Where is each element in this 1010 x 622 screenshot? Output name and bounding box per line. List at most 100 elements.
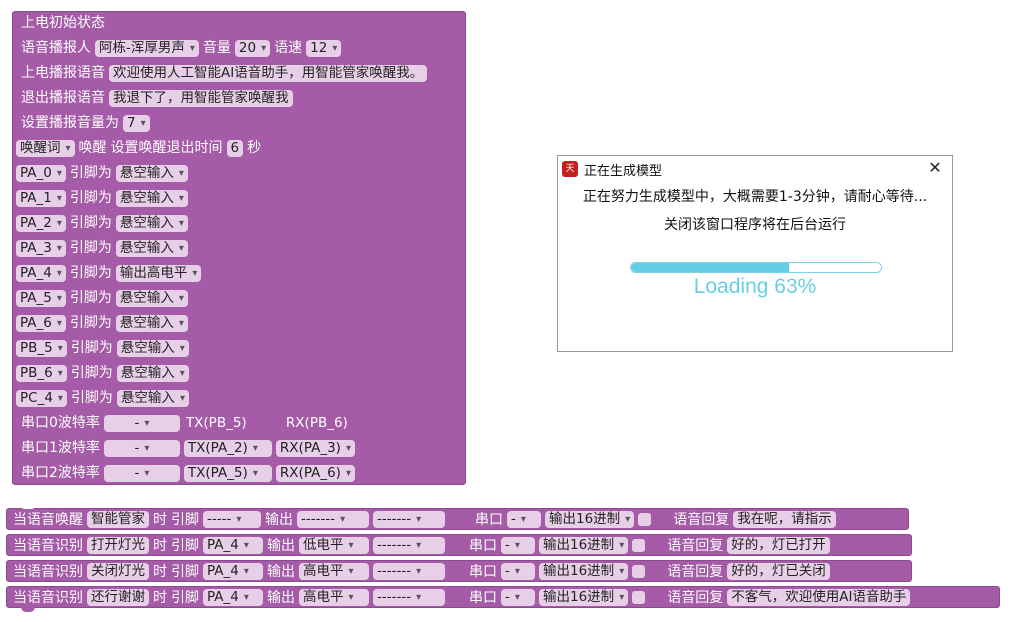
wake-mode-dropdown[interactable]: 唤醒词	[16, 139, 75, 157]
serial-baud-label: 串口1波特率	[21, 440, 100, 456]
rule-reply-input[interactable]: 好的，灯已关闭	[727, 562, 830, 580]
rule-pin-dropdown[interactable]: PA_4	[203, 562, 263, 580]
pin-label: 引脚为	[69, 240, 112, 256]
wake-timeout-unit: 秒	[247, 140, 262, 156]
serial-row: 串口2波特率 - TX(PA_5) RX(PA_6)	[21, 463, 355, 483]
rule-format-dropdown[interactable]: 输出16进制	[539, 536, 629, 554]
rule-output-label: 输出	[267, 590, 295, 606]
rule-reply-input[interactable]: 我在呢，请指示	[733, 510, 836, 528]
baud-dropdown[interactable]: -	[103, 439, 180, 457]
dialog-title: 正在生成模型	[584, 163, 663, 179]
rule-output2-dropdown[interactable]: -------	[373, 510, 445, 528]
recognize-rule-block[interactable]: 当语音识别 还行谢谢 时 引脚 PA_4 输出 高电平 ------- 串口 -…	[6, 586, 1000, 612]
rule-checkbox[interactable]	[632, 564, 646, 578]
pin-mode-dropdown[interactable]: 悬空输入	[116, 364, 189, 382]
rule-output2-dropdown[interactable]: -------	[373, 536, 445, 554]
wake-rule-block[interactable]: 当语音唤醒 智能管家 时 引脚 ----- 输出 ------- -------…	[6, 506, 909, 530]
rule-serial-dropdown[interactable]: -	[501, 536, 535, 554]
rule-keyword-input[interactable]: 智能管家	[87, 510, 149, 528]
rule-pin-dropdown[interactable]: PA_4	[203, 588, 263, 606]
recognize-rule-block[interactable]: 当语音识别 打开灯光 时 引脚 PA_4 输出 低电平 ------- 串口 -…	[6, 534, 912, 556]
dialog-titlebar[interactable]: 天问 正在生成模型 ✕	[558, 156, 952, 190]
pin-dropdown[interactable]: PC_4	[16, 389, 67, 407]
pin-mode-dropdown[interactable]: 悬空输入	[115, 189, 188, 207]
tx-pin-dropdown[interactable]: TX(PA_2)	[183, 439, 272, 457]
rule-output-dropdown[interactable]: 低电平	[299, 536, 369, 554]
rule-format-dropdown[interactable]: 输出16进制	[539, 588, 629, 606]
tx-pin-dropdown[interactable]: TX(PA_5)	[183, 464, 272, 482]
power-on-speech-input[interactable]: 欢迎使用人工智能AI语音助手，用智能管家唤醒我。	[109, 64, 428, 82]
progress-bar-fill	[631, 263, 789, 272]
pin-dropdown[interactable]: PA_4	[16, 264, 66, 282]
pin-dropdown[interactable]: PA_6	[16, 314, 66, 332]
rule-serial-dropdown[interactable]: -	[507, 510, 541, 528]
exit-speech-input[interactable]: 我退下了，用智能管家唤醒我	[109, 89, 293, 107]
pin-label: 引脚为	[69, 215, 112, 231]
rule-output2-dropdown[interactable]: -------	[373, 588, 445, 606]
rule-when-label: 时	[153, 590, 167, 606]
pin-row: PA_3 引脚为 悬空输入	[16, 238, 188, 258]
rx-pin-label: RX(PB_6)	[285, 414, 348, 431]
set-volume-dropdown[interactable]: 7	[123, 114, 150, 132]
pin-mode-dropdown[interactable]: 悬空输入	[116, 389, 189, 407]
rule-output-dropdown[interactable]: 高电平	[299, 588, 369, 606]
rule-keyword-input[interactable]: 关闭灯光	[87, 562, 149, 580]
pin-mode-dropdown[interactable]: 悬空输入	[115, 214, 188, 232]
rule-pin-dropdown[interactable]: PA_4	[203, 536, 263, 554]
pin-label: 引脚为	[69, 265, 112, 281]
rule-keyword-input[interactable]: 打开灯光	[87, 536, 149, 554]
pin-dropdown[interactable]: PA_1	[16, 189, 66, 207]
rule-output-dropdown[interactable]: -------	[297, 510, 369, 528]
baud-dropdown[interactable]: -	[103, 464, 180, 482]
rule-checkbox[interactable]	[638, 512, 652, 526]
rule-checkbox[interactable]	[632, 590, 646, 604]
pin-mode-dropdown[interactable]: 悬空输入	[115, 289, 188, 307]
power-on-speech-row: 上电播报语音 欢迎使用人工智能AI语音助手，用智能管家唤醒我。	[21, 63, 428, 83]
rule-trigger-label: 当语音唤醒	[13, 512, 83, 528]
rx-pin-dropdown[interactable]: RX(PA_3)	[275, 439, 355, 457]
close-icon[interactable]: ✕	[926, 159, 944, 177]
rule-pin-label: 引脚	[171, 538, 199, 554]
rule-checkbox[interactable]	[632, 538, 646, 552]
rule-format-dropdown[interactable]: 输出16进制	[539, 562, 629, 580]
serial-baud-label: 串口0波特率	[21, 415, 100, 431]
pin-mode-dropdown[interactable]: 悬空输入	[115, 164, 188, 182]
rule-output-label: 输出	[265, 512, 293, 528]
pin-label: 引脚为	[69, 190, 112, 206]
pin-dropdown[interactable]: PA_3	[16, 239, 66, 257]
rule-pin-label: 引脚	[171, 590, 199, 606]
pin-mode-dropdown[interactable]: 悬空输入	[116, 339, 189, 357]
pin-dropdown[interactable]: PA_2	[16, 214, 66, 232]
rx-pin-dropdown[interactable]: RX(PA_6)	[275, 464, 355, 482]
rule-pin-dropdown[interactable]: -----	[203, 510, 261, 528]
speaker-dropdown[interactable]: 阿栋-浑厚男声	[95, 39, 199, 57]
pin-label: 引脚为	[69, 165, 112, 181]
pin-dropdown[interactable]: PB_6	[16, 364, 67, 382]
rule-reply-input[interactable]: 不客气，欢迎使用AI语音助手	[727, 588, 911, 606]
speed-dropdown[interactable]: 12	[306, 39, 342, 57]
rule-when-label: 时	[153, 538, 167, 554]
volume-dropdown[interactable]: 20	[234, 39, 271, 57]
pin-mode-dropdown[interactable]: 悬空输入	[115, 239, 188, 257]
baud-dropdown[interactable]: -	[103, 414, 180, 432]
rule-reply-input[interactable]: 好的，灯已打开	[727, 536, 830, 554]
pin-dropdown[interactable]: PA_5	[16, 289, 66, 307]
rule-reply-label: 语音回复	[667, 538, 724, 554]
rule-output-dropdown[interactable]: 高电平	[299, 562, 369, 580]
rule-serial-dropdown[interactable]: -	[501, 562, 535, 580]
dialog-hint: 关闭该窗口程序将在后台运行	[664, 217, 846, 233]
rule-format-dropdown[interactable]: 输出16进制	[545, 510, 635, 528]
rule-keyword-input[interactable]: 还行谢谢	[87, 588, 149, 606]
rule-serial-dropdown[interactable]: -	[501, 588, 535, 606]
pin-row: PA_5 引脚为 悬空输入	[16, 288, 188, 308]
pin-mode-dropdown[interactable]: 悬空输入	[115, 314, 188, 332]
rule-trigger-label: 当语音识别	[13, 564, 83, 580]
wake-timeout-input[interactable]: 6	[226, 139, 244, 157]
rule-serial-label: 串口	[469, 538, 497, 554]
power-on-block[interactable]: 上电初始状态 语音播报人 阿栋-浑厚男声 音量 20 语速 12 上电播报语音 …	[12, 11, 466, 485]
recognize-rule-block[interactable]: 当语音识别 关闭灯光 时 引脚 PA_4 输出 高电平 ------- 串口 -…	[6, 560, 912, 582]
rule-output2-dropdown[interactable]: -------	[373, 562, 445, 580]
pin-dropdown[interactable]: PB_5	[16, 339, 67, 357]
pin-mode-dropdown[interactable]: 输出高电平	[115, 264, 202, 282]
pin-dropdown[interactable]: PA_0	[16, 164, 66, 182]
